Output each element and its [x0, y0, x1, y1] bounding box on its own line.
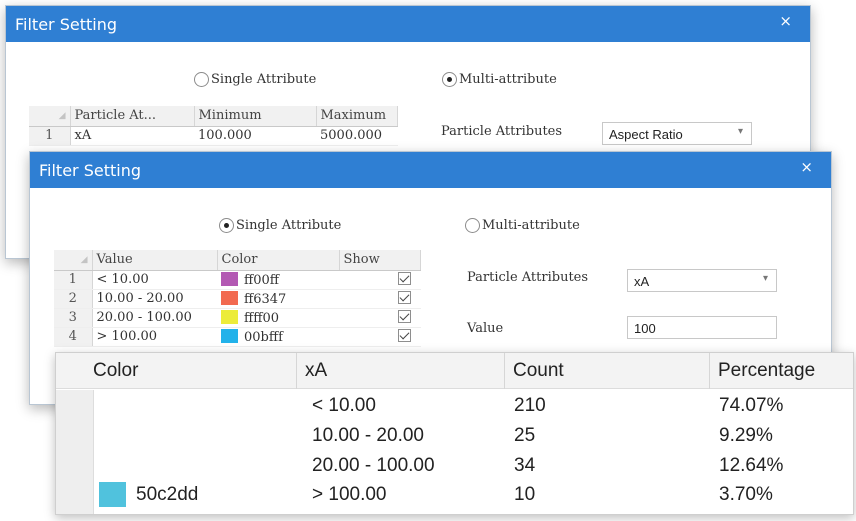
show-cell: [339, 289, 421, 309]
single-attribute-label: Single Attribute: [236, 218, 342, 233]
chevron-down-icon: ▾: [737, 126, 743, 137]
select-value: xA: [634, 274, 650, 289]
show-cell: [339, 308, 421, 328]
row-number: 3: [54, 308, 93, 328]
percentage-cell: 3.70%: [719, 484, 773, 505]
close-icon[interactable]: ×: [779, 12, 792, 30]
row-number: 1: [29, 126, 71, 146]
color-cell[interactable]: 00bfff: [217, 327, 339, 347]
count-cell: 25: [514, 425, 536, 446]
show-cell: [339, 270, 421, 290]
table-corner: ◢: [54, 250, 93, 271]
single-attribute-radio[interactable]: Single Attribute: [219, 218, 341, 233]
value-input[interactable]: 100: [627, 316, 777, 339]
multi-attribute-label: Multi-attribute: [459, 72, 557, 87]
value-cell[interactable]: > 100.00: [92, 327, 217, 347]
results-header-row: Color xA Count Percentage: [56, 353, 853, 389]
single-attribute-radio[interactable]: Single Attribute: [194, 72, 316, 87]
color-cell: 50c2dd: [136, 484, 199, 505]
chevron-down-icon: ▾: [762, 273, 768, 284]
column-header-xa[interactable]: xA: [296, 353, 327, 389]
table-header-row: ◢ Value Color Show: [54, 250, 421, 271]
color-cell[interactable]: ffff00: [217, 308, 339, 328]
color-hex: ffff00: [244, 310, 280, 326]
row-number: 1: [54, 270, 93, 290]
color-hex: ff6347: [244, 291, 287, 307]
value-cell[interactable]: 20.00 - 100.00: [92, 308, 217, 328]
particle-attributes-select[interactable]: xA ▾: [627, 269, 777, 292]
attribute-cell[interactable]: xA: [70, 126, 194, 146]
radio-unselected-icon: [465, 218, 480, 233]
show-checkbox[interactable]: [397, 291, 411, 304]
table-row[interactable]: 2 10.00 - 20.00 ff6347: [54, 289, 421, 309]
color-cell[interactable]: ff6347: [217, 289, 339, 309]
dialog-titlebar: Filter Setting ×: [6, 6, 810, 42]
xa-cell: > 100.00: [312, 484, 387, 505]
radio-selected-icon: [219, 218, 234, 233]
single-attribute-label: Single Attribute: [211, 72, 317, 87]
column-header-color[interactable]: Color: [217, 250, 340, 271]
color-hex: ff00ff: [244, 272, 280, 288]
table-row[interactable]: 3 20.00 - 100.00 ffff00: [54, 308, 421, 328]
maximum-cell[interactable]: 5000.000: [316, 126, 398, 146]
multi-attribute-radio[interactable]: Multi-attribute: [465, 218, 580, 233]
row-header-column: [56, 390, 94, 514]
xa-cell: 10.00 - 20.00: [312, 425, 424, 446]
column-header-particle-attribute[interactable]: Particle At...: [70, 106, 195, 127]
column-header-percentage[interactable]: Percentage: [709, 353, 815, 389]
radio-selected-icon: [442, 72, 457, 87]
percentage-cell: 12.64%: [719, 455, 784, 476]
show-checkbox[interactable]: [397, 272, 411, 285]
color-swatch: [221, 290, 238, 305]
count-cell: 10: [514, 484, 536, 505]
row-number: 2: [54, 289, 93, 309]
table-header-row: ◢ Particle At... Minimum Maximum: [29, 106, 398, 127]
close-icon[interactable]: ×: [800, 158, 813, 176]
value-cell[interactable]: 10.00 - 20.00: [92, 289, 217, 309]
multi-attribute-radio[interactable]: Multi-attribute: [442, 72, 557, 87]
color-hex: 00bfff: [244, 329, 283, 345]
percentage-cell: 9.29%: [719, 425, 773, 446]
dialog-title: Filter Setting: [39, 161, 141, 180]
color-swatch: [221, 309, 238, 324]
particle-attributes-label: Particle Attributes: [441, 124, 563, 139]
value-input-text: 100: [634, 321, 656, 336]
particle-attributes-label: Particle Attributes: [467, 270, 589, 285]
table-row[interactable]: 4 > 100.00 00bfff: [54, 327, 421, 347]
show-cell: [339, 327, 421, 347]
row-number: 4: [54, 327, 93, 347]
color-swatch: [221, 271, 238, 286]
color-filter-table: ◢ Value Color Show 1 < 10.00 ff00ff 2 10…: [54, 250, 421, 347]
dialog-titlebar: Filter Setting ×: [30, 152, 831, 188]
show-checkbox[interactable]: [397, 310, 411, 323]
count-cell: 210: [514, 395, 546, 416]
dialog-title: Filter Setting: [15, 15, 117, 34]
column-header-count[interactable]: Count: [504, 353, 564, 389]
select-value: Aspect Ratio: [609, 127, 683, 142]
minimum-cell[interactable]: 100.000: [194, 126, 316, 146]
color-cell[interactable]: ff00ff: [217, 270, 339, 290]
particle-attributes-select[interactable]: Aspect Ratio ▾: [602, 122, 752, 145]
multi-attribute-label: Multi-attribute: [482, 218, 580, 233]
value-cell[interactable]: < 10.00: [92, 270, 217, 290]
count-cell: 34: [514, 455, 536, 476]
show-checkbox[interactable]: [397, 329, 411, 342]
color-swatch: [221, 328, 238, 343]
radio-unselected-icon: [194, 72, 209, 87]
value-label: Value: [467, 321, 504, 336]
table-row[interactable]: 1 < 10.00 ff00ff: [54, 270, 421, 290]
column-header-color[interactable]: Color: [85, 353, 138, 389]
table-row[interactable]: 1 xA 100.000 5000.000: [29, 126, 398, 146]
column-header-show[interactable]: Show: [339, 250, 421, 271]
attribute-range-table: ◢ Particle At... Minimum Maximum 1 xA 10…: [29, 106, 398, 146]
xa-cell: < 10.00: [312, 395, 376, 416]
percentage-cell: 74.07%: [719, 395, 784, 416]
table-corner: ◢: [29, 106, 71, 127]
color-swatch: [99, 482, 126, 507]
results-table: Color xA Count Percentage < 10.00 210 74…: [55, 352, 854, 515]
xa-cell: 20.00 - 100.00: [312, 455, 435, 476]
column-header-value[interactable]: Value: [92, 250, 218, 271]
column-header-maximum[interactable]: Maximum: [316, 106, 398, 127]
column-header-minimum[interactable]: Minimum: [194, 106, 317, 127]
